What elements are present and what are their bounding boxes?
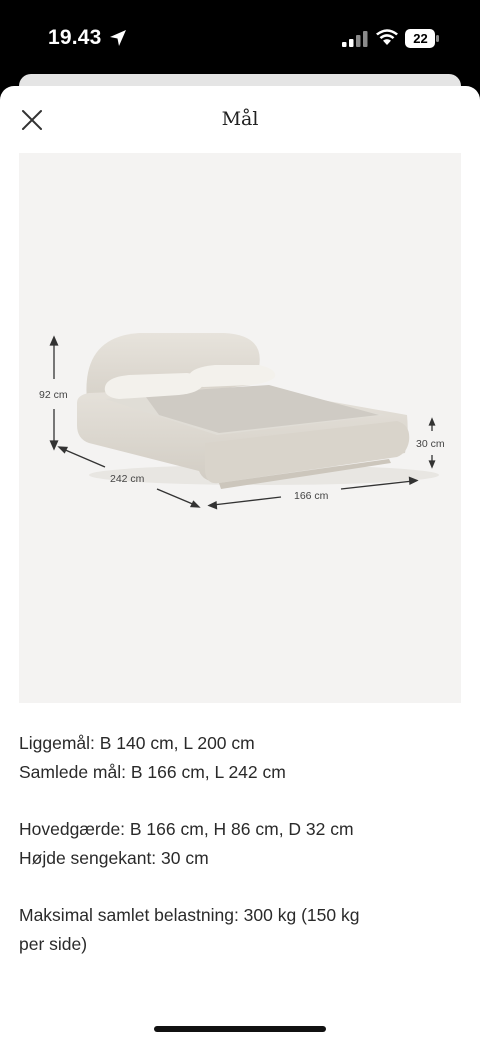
label-width: 166 cm	[294, 490, 329, 502]
location-arrow-icon	[110, 30, 126, 46]
label-length: 242 cm	[110, 473, 145, 485]
home-indicator[interactable]	[154, 1026, 326, 1032]
status-time: 19.43	[48, 26, 102, 49]
detail-group-load: Maksimal samlet belastning: 300 kg (150 …	[19, 901, 459, 959]
detail-line: Hovedgærde: B 166 cm, H 86 cm, D 32 cm	[19, 819, 354, 839]
detail-line: Samlede mål: B 166 cm, L 242 cm	[19, 762, 286, 782]
modal-sheet: Mål 92 cm 242 cm 166 cm 30 cm Liggemål: …	[0, 86, 480, 1044]
detail-line: Højde sengekant: 30 cm	[19, 848, 209, 868]
detail-group-bed: Liggemål: B 140 cm, L 200 cm Samlede mål…	[19, 729, 459, 787]
detail-line: per side)	[19, 934, 88, 954]
page-title: Mål	[221, 108, 259, 130]
wifi-icon	[376, 29, 398, 45]
detail-group-headboard: Hovedgærde: B 166 cm, H 86 cm, D 32 cm H…	[19, 815, 459, 873]
product-image: 92 cm 242 cm 166 cm 30 cm	[19, 153, 461, 703]
dimension-details: Liggemål: B 140 cm, L 200 cm Samlede mål…	[19, 729, 459, 987]
detail-line: Liggemål: B 140 cm, L 200 cm	[19, 733, 255, 753]
battery-level: 22	[413, 31, 428, 46]
cellular-signal-icon	[342, 31, 368, 47]
detail-line: Maksimal samlet belastning: 300 kg (150 …	[19, 905, 360, 925]
bed-dimension-illustration: 92 cm 242 cm 166 cm 30 cm	[39, 333, 445, 510]
status-bar: 19.43 22	[0, 0, 480, 74]
label-height: 92 cm	[39, 389, 68, 401]
label-edge-height: 30 cm	[416, 438, 445, 450]
bed-drawing	[77, 333, 439, 489]
